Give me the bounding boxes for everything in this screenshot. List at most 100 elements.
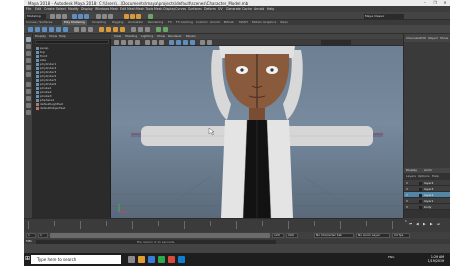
edge-browser-icon[interactable] (148, 256, 155, 263)
snap-curve-icon[interactable] (102, 13, 107, 19)
rotate-tool-icon[interactable] (26, 65, 31, 70)
resolution-gate-icon[interactable] (159, 40, 164, 45)
chrome-icon[interactable] (168, 256, 175, 263)
render-current-frame-icon[interactable] (130, 13, 135, 19)
maya-app-icon[interactable] (178, 256, 185, 263)
tab-display-layers[interactable]: Display (406, 168, 417, 172)
task-view-icon[interactable] (128, 256, 135, 263)
layer-color-swatch[interactable] (419, 205, 422, 209)
layers-menu[interactable]: Layers (406, 174, 416, 178)
color-space-dropdown[interactable] (321, 40, 351, 45)
save-scene-icon[interactable] (62, 13, 67, 19)
camera-attributes-icon[interactable] (121, 40, 126, 45)
poly-cylinder-icon[interactable] (42, 27, 47, 32)
textured-icon[interactable] (183, 40, 188, 45)
snap-grid-icon[interactable] (96, 13, 101, 19)
bridge-icon[interactable] (106, 27, 111, 32)
tab-object[interactable]: Object (428, 36, 438, 40)
layer-color-swatch[interactable] (419, 181, 422, 185)
go-to-end-icon[interactable]: ⏭ (437, 222, 440, 226)
move-tool-icon[interactable] (26, 58, 31, 63)
step-back-icon[interactable]: ◀ (416, 222, 419, 226)
persp-outliner-layout-icon[interactable] (26, 110, 31, 115)
layer-row[interactable]: V body (404, 204, 450, 210)
poly-torus-icon[interactable] (56, 27, 61, 32)
play-icon[interactable]: ▶ (423, 222, 426, 226)
range-bar[interactable] (50, 233, 270, 238)
select-tool-icon[interactable] (26, 37, 31, 42)
options-menu[interactable]: Options (418, 174, 430, 178)
edge-loop-icon[interactable] (145, 27, 150, 32)
select-camera-icon[interactable] (114, 40, 119, 45)
taskbar-search-input[interactable]: Type here to search (31, 255, 121, 264)
step-forward-icon[interactable]: ▶ (430, 222, 433, 226)
fps-dropdown[interactable]: 24 fps (392, 233, 410, 238)
bookmark-icon[interactable] (128, 40, 133, 45)
mode-selector[interactable]: Modeling (26, 13, 46, 19)
help-menu[interactable]: Help (432, 174, 439, 178)
smooth-shade-icon[interactable] (176, 40, 181, 45)
uv-editor-icon[interactable] (156, 27, 161, 32)
visibility-toggle[interactable]: V (406, 204, 408, 210)
open-scene-icon[interactable] (56, 13, 61, 19)
tab-show[interactable]: Show (440, 36, 448, 40)
combine-icon[interactable] (74, 27, 79, 32)
append-polygon-icon[interactable] (120, 27, 125, 32)
grid-toggle-icon[interactable] (145, 40, 150, 45)
side-by-side-layout-icon[interactable] (26, 96, 31, 101)
paint-select-tool-icon[interactable] (26, 51, 31, 56)
system-clock[interactable]: 1:29 AM 1/19/2019 (428, 255, 444, 264)
outliner-search-input[interactable] (35, 40, 109, 44)
xray-icon[interactable] (200, 40, 205, 45)
character-set-dropdown[interactable]: No Character Set (314, 233, 354, 238)
layer-color-swatch[interactable] (419, 193, 422, 197)
anim-layer-dropdown[interactable]: No Anim Layer (356, 233, 390, 238)
extrude-icon[interactable] (99, 27, 104, 32)
poly-cone-icon[interactable] (49, 27, 54, 32)
store-icon[interactable] (158, 256, 165, 263)
lasso-tool-icon[interactable] (26, 44, 31, 49)
outliner-menu-help[interactable]: Help (59, 34, 66, 39)
multi-cut-icon[interactable] (131, 27, 136, 32)
ipr-render-icon[interactable] (136, 13, 141, 19)
snap-point-icon[interactable] (108, 13, 113, 19)
layer-color-swatch[interactable] (419, 187, 422, 191)
range-start-field[interactable]: 1 (38, 233, 48, 238)
select-by-object-icon[interactable] (78, 13, 83, 19)
poly-sphere-icon[interactable] (28, 27, 33, 32)
scale-tool-icon[interactable] (26, 72, 31, 77)
hypershade-icon[interactable] (148, 13, 153, 19)
keyboard-language[interactable]: ENG (388, 255, 394, 260)
anim-start-field[interactable]: 1 (26, 233, 36, 238)
select-by-component-icon[interactable] (84, 13, 89, 19)
windows-start-icon[interactable]: ⊞ (25, 256, 30, 262)
tab-channels[interactable]: Channels (406, 36, 420, 40)
lighting-icon[interactable] (190, 40, 195, 45)
planar-map-icon[interactable] (163, 27, 168, 32)
outliner-menu-display[interactable]: Display (35, 34, 46, 39)
poly-cube-icon[interactable] (35, 27, 40, 32)
tab-anim-layers[interactable]: Anim (424, 168, 432, 172)
current-frame-field[interactable]: 1 (405, 219, 407, 223)
file-explorer-icon[interactable] (138, 256, 145, 263)
workspace-selector[interactable]: Maya Classic (364, 13, 404, 19)
image-plane-icon[interactable] (135, 40, 140, 45)
select-by-hierarchy-icon[interactable] (72, 13, 77, 19)
outliner-menu-show[interactable]: Show (49, 34, 57, 39)
time-slider[interactable] (24, 218, 403, 232)
command-result-field[interactable]: File read in 0.11 seconds. (36, 239, 276, 244)
range-end-field[interactable]: 120 (272, 233, 284, 238)
poly-plane-icon[interactable] (63, 27, 68, 32)
separate-icon[interactable] (81, 27, 86, 32)
tab-edit[interactable]: Edit (420, 36, 426, 40)
anim-end-field[interactable]: 200 (286, 233, 298, 238)
isolate-select-icon[interactable] (207, 40, 212, 45)
smooth-icon[interactable] (88, 27, 93, 32)
new-scene-icon[interactable] (50, 13, 55, 19)
film-gate-icon[interactable] (152, 40, 157, 45)
bevel-icon[interactable] (113, 27, 118, 32)
perspective-viewport[interactable] (111, 46, 403, 218)
wireframe-icon[interactable] (169, 40, 174, 45)
four-view-layout-icon[interactable] (26, 89, 31, 94)
go-to-start-icon[interactable]: ⏮ (409, 222, 412, 226)
